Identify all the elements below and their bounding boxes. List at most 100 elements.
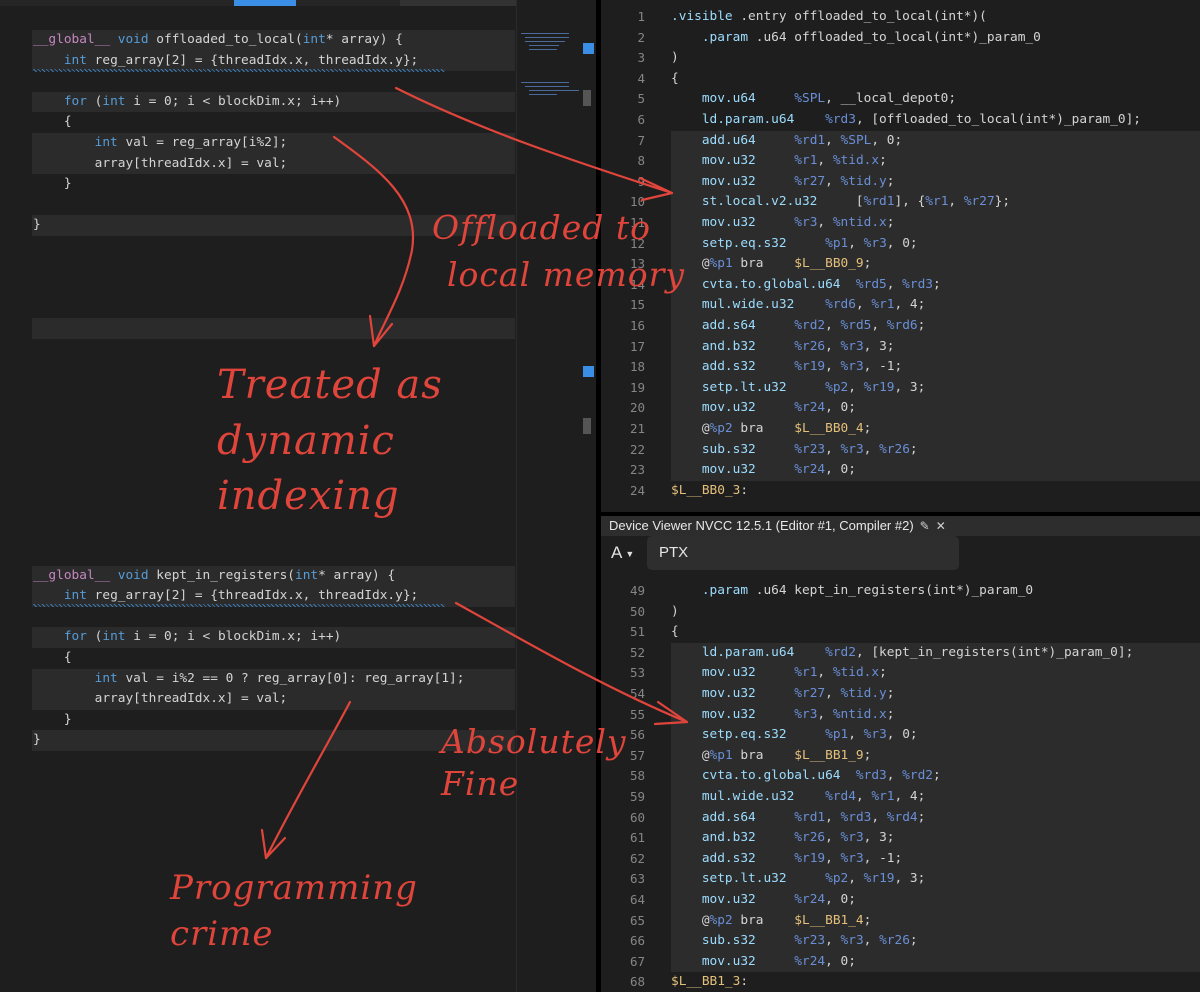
code-line[interactable]: 20 mov.u32 %r24, 0;: [601, 398, 1200, 419]
pencil-icon[interactable]: ✎: [920, 519, 930, 533]
code-line[interactable]: 61 and.b32 %r26, %r3, 3;: [601, 828, 1200, 849]
code-line[interactable]: 13 @%p1 bra $L__BB0_9;: [601, 254, 1200, 275]
code-line[interactable]: 17 and.b32 %r26, %r3, 3;: [601, 336, 1200, 358]
line-number: 8: [637, 153, 645, 169]
line-number: 67: [629, 953, 645, 969]
code-text: mov.u32 %r3, %ntid.x;: [671, 706, 895, 722]
code-line[interactable]: 5: [0, 524, 596, 545]
code-line[interactable]: 2 int val = i%2 == 0 ? reg_array[0]: reg…: [0, 668, 596, 690]
code-line[interactable]: 51 {: [601, 622, 1200, 643]
code-text: mov.u32 %r1, %tid.x;: [671, 665, 887, 681]
scrollbar-thumb[interactable]: [583, 418, 591, 434]
code-line[interactable]: 18 add.s32 %r19, %r3, -1;: [601, 357, 1200, 378]
active-editor-tab[interactable]: [234, 0, 296, 6]
line-number: 50: [629, 603, 645, 619]
code-line[interactable]: 9: [0, 607, 596, 628]
code-line[interactable]: 9 mov.u32 %r27, %tid.y;: [601, 171, 1200, 193]
code-line[interactable]: 14 cvta.to.global.u64 %rd5, %rd3;: [601, 274, 1200, 296]
code-line[interactable]: 54 mov.u32 %r27, %tid.y;: [601, 684, 1200, 705]
code-line[interactable]: 65 @%p2 bra $L__BB1_4;: [601, 910, 1200, 932]
code-line[interactable]: 23 mov.u32 %r24, 0;: [601, 460, 1200, 481]
code-line[interactable]: 63 setp.lt.u32 %p2, %r19, 3;: [601, 869, 1200, 890]
ptx-output-top-pane[interactable]: 1 .visible .entry offloaded_to_local(int*…: [601, 0, 1200, 512]
code-text: for (int i = 0; i < blockDim.x; i++): [63, 93, 342, 109]
code-line[interactable]: 4: [0, 298, 596, 319]
code-line[interactable]: 6: [0, 339, 596, 360]
code-line[interactable]: 3 array[threadIdx.x] = val;: [0, 689, 596, 710]
code-line[interactable]: 4{: [601, 69, 1200, 90]
code-line[interactable]: 2 .param .u64 offloaded_to_local(int*)_p…: [601, 28, 1200, 49]
code-line[interactable]: 22 sub.s32 %r23, %r3, %r26;: [601, 439, 1200, 461]
code-line[interactable]: 67 mov.u32 %r24, 0;: [601, 951, 1200, 973]
code-line[interactable]: 66 sub.s32 %r23, %r3, %r26;: [601, 931, 1200, 952]
chevron-down-icon: ▼: [625, 548, 635, 559]
line-number: 23: [629, 462, 645, 478]
code-line[interactable]: 7 __global__ void kept_in_registers(int* …: [0, 565, 596, 587]
line-number: 3: [637, 50, 645, 66]
code-line[interactable]: 64 mov.u32 %r24, 0;: [601, 890, 1200, 911]
font-size-button[interactable]: A ▼: [611, 542, 634, 565]
line-number: 66: [629, 933, 645, 949]
line-number: 3: [0, 689, 10, 710]
code-line[interactable]: 12 setp.eq.s32 %p1, %r3, 0;: [601, 233, 1200, 255]
code-line[interactable]: 1 .visible .entry offloaded_to_local(int*…: [601, 7, 1200, 28]
minimap[interactable]: [516, 0, 596, 992]
code-line[interactable]: 10 st.local.v2.u32 [%rd1], {%r1, %r27};: [601, 192, 1200, 213]
code-text: int val = reg_array[i%2];: [94, 135, 288, 150]
minimap-marker: [583, 366, 594, 377]
code-line[interactable]: 15 mul.wide.u32 %rd6, %r1, 4;: [601, 295, 1200, 316]
code-line[interactable]: 52 ld.param.u64 %rd2, [kept_in_registers…: [601, 642, 1200, 664]
line-number: 9: [0, 401, 10, 422]
code-line[interactable]: 57 @%p1 bra $L__BB1_9;: [601, 745, 1200, 767]
code-line[interactable]: 6: [0, 545, 596, 566]
code-line[interactable]: 59 mul.wide.u32 %rd4, %r1, 4;: [601, 787, 1200, 808]
code-line[interactable]: 60 add.s64 %rd1, %rd3, %rd4;: [601, 807, 1200, 829]
line-number: 7: [0, 566, 10, 587]
line-number: 53: [629, 665, 645, 681]
code-line[interactable]: 3): [601, 48, 1200, 69]
code-line[interactable]: 6 int val = reg_array[i%2];: [0, 133, 596, 154]
code-line[interactable]: 1 __global__ void offloaded_to_local(int*…: [0, 30, 596, 51]
code-line[interactable]: 16 add.s64 %rd2, %rd5, %rd6;: [601, 316, 1200, 337]
code-line[interactable]: 7 add.u64 %rd1, %SPL, 0;: [601, 130, 1200, 152]
code-line[interactable]: 50): [601, 602, 1200, 623]
code-line[interactable]: 8 }: [0, 174, 596, 195]
code-text: ): [671, 50, 679, 66]
code-line[interactable]: 58 cvta.to.global.u64 %rd3, %rd2;: [601, 766, 1200, 787]
language-select[interactable]: PTX: [647, 536, 959, 570]
line-number: 4: [637, 70, 645, 86]
code-line[interactable]: 6 ld.param.u64 %rd3, [offloaded_to_local…: [601, 110, 1200, 131]
code-line[interactable]: 0 for (int i = 0; i < blockDim.x; i++): [0, 627, 596, 648]
code-text: {: [33, 650, 72, 665]
code-line[interactable]: 19 setp.lt.u32 %p2, %r19, 3;: [601, 377, 1200, 399]
scrollbar-thumb[interactable]: [583, 90, 591, 106]
code-line[interactable]: 49 .param .u64 kept_in_registers(int*)_p…: [601, 581, 1200, 602]
code-line[interactable]: 4 for (int i = 0; i < blockDim.x; i++): [0, 91, 596, 113]
code-line[interactable]: 68 $L__BB1_3:: [601, 972, 1200, 992]
code-line[interactable]: 3: [0, 71, 596, 92]
annotation-crime-1: Programming: [170, 868, 418, 908]
code-line[interactable]: 62 add.s32 %r19, %r3, -1;: [601, 848, 1200, 870]
code-line[interactable]: 53 mov.u32 %r1, %tid.x;: [601, 663, 1200, 684]
code-line[interactable]: 8 int reg_array[2] = {threadIdx.x, threa…: [0, 586, 596, 608]
line-number: 49: [629, 583, 645, 598]
code-line[interactable]: 11 mov.u32 %r3, %ntid.x;: [601, 213, 1200, 234]
code-text: mov.u32 %r27, %tid.y;: [671, 686, 895, 701]
code-line[interactable]: 55 mov.u32 %r3, %ntid.x;: [601, 704, 1200, 726]
code-line[interactable]: 7 array[threadIdx.x] = val;: [0, 153, 596, 175]
code-line[interactable]: 24 $L__BB0_3:: [601, 481, 1200, 502]
code-line[interactable]: 2 int reg_array[2] = {threadIdx.x, threa…: [0, 50, 596, 72]
code-line[interactable]: 21 @%p2 bra $L__BB0_4;: [601, 419, 1200, 440]
device-viewer-pane[interactable]: Device Viewer NVCC 12.5.1 (Editor #1, Co…: [601, 516, 1200, 992]
line-number: 65: [629, 912, 645, 928]
code-line[interactable]: 56 setp.eq.s32 %p1, %r3, 0;: [601, 725, 1200, 746]
code-line[interactable]: 1 {: [0, 648, 596, 669]
code-line[interactable]: 5 mov.u64 %SPL, __local_depot0;: [601, 89, 1200, 110]
code-text: sub.s32 %r23, %r3, %r26;: [671, 441, 918, 457]
close-icon[interactable]: ✕: [936, 519, 946, 533]
device-viewer-title: Device Viewer NVCC 12.5.1 (Editor #1, Co…: [609, 518, 914, 533]
code-line[interactable]: 5: [0, 318, 596, 339]
code-line[interactable]: 8 mov.u32 %r1, %tid.x;: [601, 151, 1200, 172]
code-line[interactable]: 5 {: [0, 112, 596, 133]
code-text: mov.u32 %r24, 0;: [671, 462, 856, 478]
